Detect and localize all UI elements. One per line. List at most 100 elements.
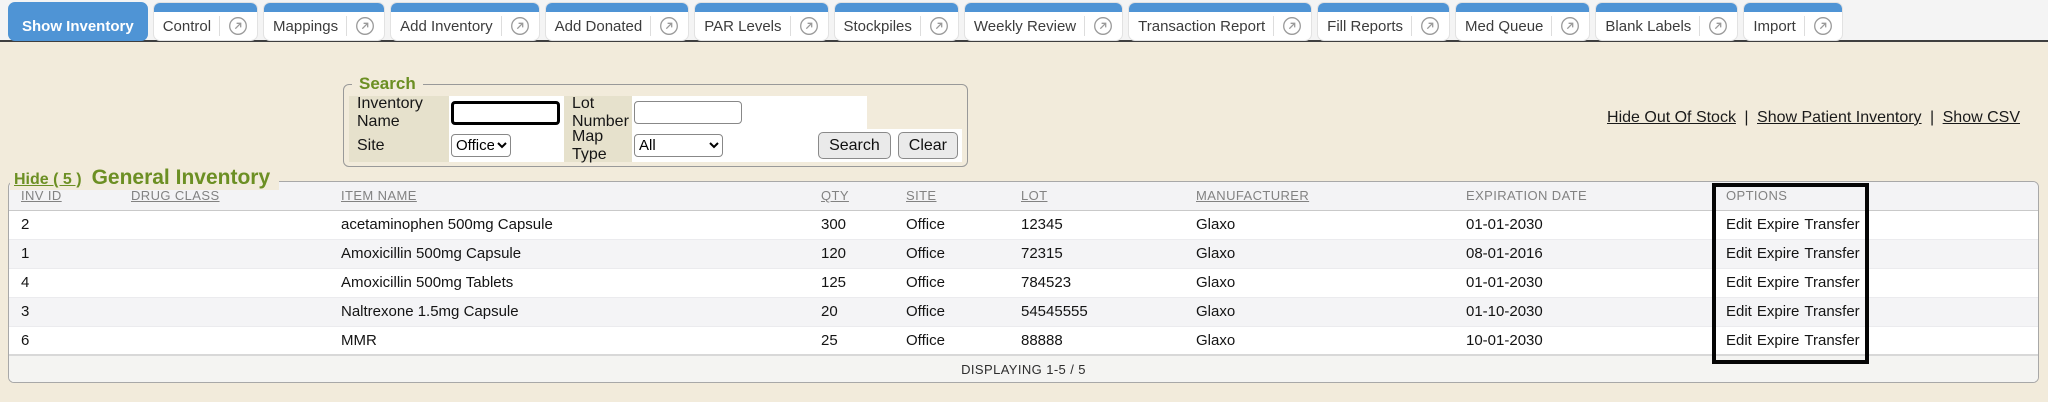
expire-link[interactable]: Expire <box>1757 216 1800 233</box>
lot-number-label: Lot Number <box>564 96 632 129</box>
tab-label: Med Queue <box>1465 18 1543 35</box>
cell-expiration-date: 10-01-2030 <box>1454 326 1714 355</box>
open-in-new-icon[interactable] <box>1560 16 1580 36</box>
tab-import[interactable]: Import <box>1743 2 1843 41</box>
open-in-new-icon[interactable] <box>1708 16 1728 36</box>
inventory-view-links: Hide Out Of Stock | Show Patient Invento… <box>1607 109 2020 127</box>
open-in-new-icon[interactable] <box>355 16 375 36</box>
tab-label: Weekly Review <box>974 18 1076 35</box>
paging-status: DISPLAYING 1-5 / 5 <box>9 355 2038 382</box>
open-in-new-icon[interactable] <box>929 16 949 36</box>
tab-divider <box>219 16 220 36</box>
tab-stockpiles[interactable]: Stockpiles <box>834 2 959 41</box>
cell-drug-class <box>119 239 329 268</box>
tab-add-donated[interactable]: Add Donated <box>545 2 690 41</box>
site-select[interactable]: Office <box>451 134 511 157</box>
search-button[interactable]: Search <box>818 132 891 159</box>
top-tab-bar: Show Inventory Control Mappings Add Inve… <box>0 0 2048 42</box>
tab-accent-cap <box>695 3 827 12</box>
transfer-link[interactable]: Transfer <box>1804 216 1859 233</box>
tab-mappings[interactable]: Mappings <box>263 2 385 41</box>
open-in-new-icon[interactable] <box>228 16 248 36</box>
cell-site: Office <box>894 210 1009 239</box>
tab-transaction-report[interactable]: Transaction Report <box>1128 2 1312 41</box>
tab-divider <box>920 16 921 36</box>
map-type-select[interactable]: All <box>634 134 723 157</box>
tab-accent-cap <box>1744 3 1842 12</box>
cell-drug-class <box>119 268 329 297</box>
tab-divider <box>1084 16 1085 36</box>
transfer-link[interactable]: Transfer <box>1804 274 1859 291</box>
tab-weekly-review[interactable]: Weekly Review <box>964 2 1123 41</box>
hide-out-of-stock-link[interactable]: Hide Out Of Stock <box>1607 109 1736 126</box>
tab-label: Add Inventory <box>400 18 493 35</box>
cell-options: Edit ExpireTransfer <box>1714 239 1889 268</box>
tab-med-queue[interactable]: Med Queue <box>1455 2 1590 41</box>
expire-link[interactable]: Expire <box>1757 332 1800 349</box>
expire-link[interactable]: Expire <box>1757 303 1800 320</box>
cell-manufacturer: Glaxo <box>1184 210 1454 239</box>
open-in-new-icon[interactable] <box>510 16 530 36</box>
tab-divider <box>346 16 347 36</box>
cell-expiration-date: 08-01-2016 <box>1454 239 1714 268</box>
tab-control[interactable]: Control <box>153 2 258 41</box>
transfer-link[interactable]: Transfer <box>1804 245 1859 262</box>
tab-accent-cap <box>9 3 147 12</box>
expire-link[interactable]: Expire <box>1757 274 1800 291</box>
lot-number-input[interactable] <box>634 101 742 124</box>
tab-accent-cap <box>965 3 1122 12</box>
open-in-new-icon[interactable] <box>1420 16 1440 36</box>
tab-par-levels[interactable]: PAR Levels <box>694 2 828 41</box>
open-in-new-icon[interactable] <box>1282 16 1302 36</box>
general-inventory-panel: INV ID DRUG CLASS ITEM NAME QTY SITE LOT… <box>8 181 2039 383</box>
expire-link[interactable]: Expire <box>1757 245 1800 262</box>
edit-link[interactable]: Edit <box>1726 332 1752 349</box>
cell-qty: 25 <box>809 326 894 355</box>
column-header-item-name[interactable]: ITEM NAME <box>329 182 809 210</box>
tab-add-inventory[interactable]: Add Inventory <box>390 2 540 41</box>
show-patient-inventory-link[interactable]: Show Patient Inventory <box>1757 109 1922 126</box>
open-in-new-icon[interactable] <box>1093 16 1113 36</box>
column-header-spacer <box>1889 182 2038 210</box>
open-in-new-icon[interactable] <box>659 16 679 36</box>
open-in-new-icon[interactable] <box>1813 16 1833 36</box>
cell-manufacturer: Glaxo <box>1184 297 1454 326</box>
tab-accent-cap <box>154 3 257 12</box>
column-header-manufacturer[interactable]: MANUFACTURER <box>1184 182 1454 210</box>
cell-drug-class <box>119 297 329 326</box>
column-header-qty[interactable]: QTY <box>809 182 894 210</box>
edit-link[interactable]: Edit <box>1726 216 1752 233</box>
edit-link[interactable]: Edit <box>1726 274 1752 291</box>
cell-options: Edit ExpireTransfer <box>1714 297 1889 326</box>
cell-spacer <box>1889 239 2038 268</box>
cell-qty: 300 <box>809 210 894 239</box>
cell-qty: 120 <box>809 239 894 268</box>
edit-link[interactable]: Edit <box>1726 303 1752 320</box>
hide-count-link[interactable]: Hide ( 5 ) <box>14 171 82 189</box>
cell-options: Edit ExpireTransfer <box>1714 326 1889 355</box>
tab-fill-reports[interactable]: Fill Reports <box>1317 2 1450 41</box>
open-in-new-icon[interactable] <box>799 16 819 36</box>
show-csv-link[interactable]: Show CSV <box>1943 109 2020 126</box>
cell-expiration-date: 01-01-2030 <box>1454 210 1714 239</box>
table-header-row: INV ID DRUG CLASS ITEM NAME QTY SITE LOT… <box>9 182 2038 210</box>
cell-manufacturer: Glaxo <box>1184 326 1454 355</box>
cell-manufacturer: Glaxo <box>1184 268 1454 297</box>
tab-label: Transaction Report <box>1138 18 1265 35</box>
transfer-link[interactable]: Transfer <box>1804 303 1859 320</box>
tab-show-inventory[interactable]: Show Inventory <box>8 2 148 41</box>
inventory-name-input[interactable] <box>451 101 560 125</box>
tab-label: Add Donated <box>555 18 643 35</box>
tab-blank-labels[interactable]: Blank Labels <box>1595 2 1738 41</box>
cell-options: Edit ExpireTransfer <box>1714 268 1889 297</box>
tab-divider <box>1411 16 1412 36</box>
tab-accent-cap <box>835 3 958 12</box>
cell-lot: 88888 <box>1009 326 1184 355</box>
clear-button[interactable]: Clear <box>898 132 958 159</box>
cell-lot: 12345 <box>1009 210 1184 239</box>
column-header-site[interactable]: SITE <box>894 182 1009 210</box>
column-header-lot[interactable]: LOT <box>1009 182 1184 210</box>
transfer-link[interactable]: Transfer <box>1804 332 1859 349</box>
edit-link[interactable]: Edit <box>1726 245 1752 262</box>
inventory-table: INV ID DRUG CLASS ITEM NAME QTY SITE LOT… <box>9 182 2038 382</box>
